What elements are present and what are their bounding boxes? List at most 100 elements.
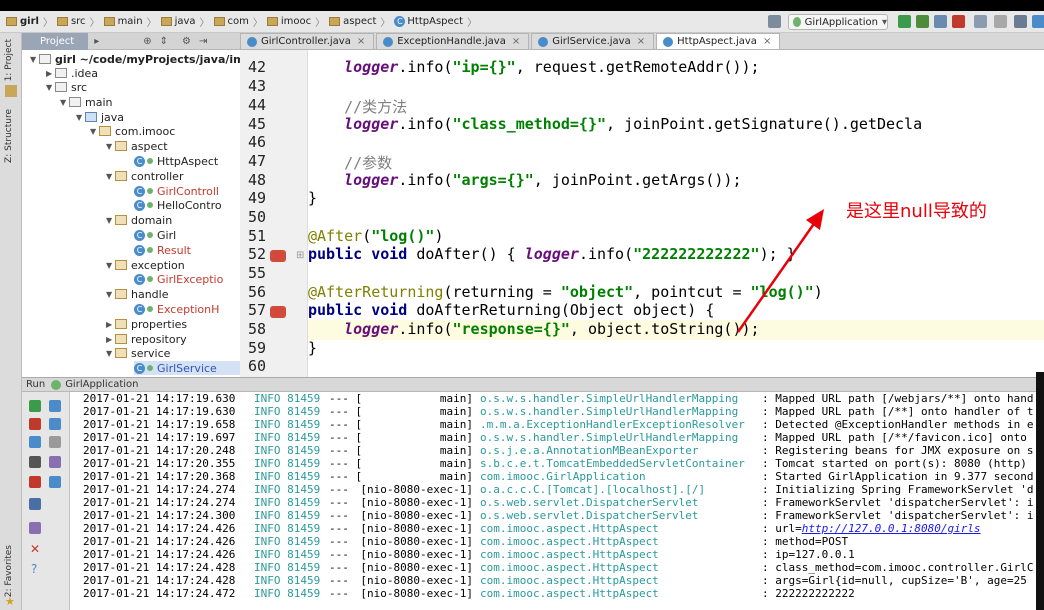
tree-item[interactable]: C HttpAspect — [134, 154, 218, 168]
tree-item-selected[interactable]: C GirlService — [134, 361, 240, 375]
breadcrumb-girl[interactable]: girl 〉 — [6, 14, 53, 29]
spring-icon — [793, 17, 801, 27]
scroll-down-icon[interactable] — [49, 418, 61, 430]
run-icon[interactable] — [898, 15, 911, 28]
tab-girlcontroller[interactable]: GirlController.java × — [240, 33, 375, 49]
hide-icon[interactable]: ⇥ — [199, 36, 207, 47]
build-icon[interactable] — [768, 15, 781, 28]
run-configuration-select[interactable]: GirlApplication ▾ — [788, 14, 888, 30]
help-icon[interactable] — [1032, 15, 1044, 28]
rerun-icon[interactable] — [29, 400, 41, 412]
tree-item[interactable]: ▼ com.imooc — [90, 124, 175, 138]
run-config-tab[interactable]: GirlApplication — [65, 379, 138, 390]
tab-girlservice[interactable]: GirlService.java × — [531, 33, 655, 49]
tree-item[interactable]: C HelloContro — [134, 198, 222, 212]
collapse-icon[interactable]: ⇕ — [160, 36, 168, 47]
gear-icon[interactable]: ⚙ — [182, 36, 191, 47]
chevron-right-icon: ▶ — [106, 334, 113, 344]
chevron-down-icon: ▼ — [106, 171, 113, 181]
exit-icon[interactable] — [29, 476, 41, 488]
code-line-51: @After("log()") — [308, 227, 444, 245]
tree-item[interactable]: ▼ controller — [106, 169, 183, 183]
log-url-link[interactable]: http://127.0.0.1:8080/girls — [802, 522, 981, 535]
vcs-icon[interactable] — [974, 15, 987, 28]
line-number: 50 — [247, 208, 266, 226]
code-line-45: logger.info("class_method={}", joinPoint… — [344, 115, 923, 133]
coverage-icon[interactable] — [934, 15, 947, 28]
filter-icon[interactable] — [49, 476, 61, 488]
tree-item[interactable]: C Result — [134, 243, 191, 257]
print-icon[interactable] — [49, 456, 61, 468]
stop-icon[interactable] — [29, 418, 41, 430]
debug-icon[interactable] — [916, 15, 929, 28]
stop-icon[interactable] — [952, 15, 965, 28]
tree-item[interactable]: ▶ repository — [106, 332, 187, 346]
chevron-down-icon: ▼ — [30, 54, 37, 64]
close-icon[interactable]: × — [637, 36, 645, 47]
tab-exceptionhandle[interactable]: ExceptionHandle.java × — [376, 33, 530, 49]
tree-item[interactable]: C ExceptionH — [134, 302, 219, 316]
tree-item[interactable]: ▶ .idea — [46, 66, 98, 80]
layout-icon[interactable] — [29, 498, 41, 510]
package-icon — [115, 141, 127, 151]
settings-icon[interactable] — [994, 15, 1007, 28]
breadcrumb-java[interactable]: java 〉 — [160, 14, 210, 29]
project-view-tab[interactable]: Project — [22, 32, 89, 50]
tree-item[interactable]: ▼ java — [76, 110, 124, 124]
scroll-up-icon[interactable] — [49, 400, 61, 412]
chevron-down-icon: ▼ — [106, 215, 113, 225]
tree-item[interactable]: ▼ main — [60, 95, 112, 109]
tree-item[interactable]: ▼ service — [106, 346, 170, 360]
chevron-down-icon: ▼ — [90, 126, 97, 136]
fold-icon[interactable]: ⊞ — [296, 250, 304, 261]
tree-item[interactable]: ▼ exception — [106, 258, 185, 272]
tree-item[interactable]: ▼ girl ~/code/myProjects/java/imc — [30, 52, 240, 66]
aspect-advice-icon[interactable] — [270, 306, 286, 318]
tree-item[interactable]: ▼ aspect — [106, 139, 168, 153]
line-number: 59 — [247, 339, 266, 357]
favorites-tool-button[interactable]: 2: Favorites — [4, 545, 14, 597]
pin-icon[interactable] — [29, 522, 41, 534]
module-icon — [39, 54, 51, 64]
tree-item[interactable]: ▼ src — [46, 80, 87, 94]
chevron-down-icon: ▼ — [106, 348, 113, 358]
close-icon[interactable]: × — [512, 36, 520, 47]
breadcrumb-src[interactable]: src 〉 — [56, 14, 100, 29]
tree-item[interactable]: C Girl — [134, 228, 176, 242]
console-output[interactable]: 2017-01-21 14:17:19.630 INFO 81459 --- [ma… — [70, 392, 1044, 610]
pause-icon[interactable] — [29, 436, 41, 448]
tab-httpaspect[interactable]: HttpAspect.java × — [656, 33, 781, 49]
structure-tool-button[interactable]: Z: Structure — [4, 109, 14, 163]
aspect-advice-icon[interactable] — [270, 250, 286, 262]
breadcrumb-main[interactable]: main 〉 — [103, 14, 157, 29]
soft-wrap-icon[interactable] — [49, 436, 61, 448]
project-tool-button[interactable]: 1: Project — [4, 39, 14, 81]
breadcrumb-httpaspect[interactable]: C HttpAspect 〉 — [394, 14, 477, 29]
code-line-52: public void doAfter() { logger.info("222… — [308, 245, 796, 263]
close-icon[interactable]: × — [763, 36, 771, 47]
folder-icon — [103, 17, 115, 26]
close-icon[interactable]: ✕ — [30, 542, 40, 556]
breadcrumb-com[interactable]: com 〉 — [213, 14, 263, 29]
tree-item[interactable]: ▼ domain — [106, 213, 172, 227]
breadcrumb-aspect[interactable]: aspect 〉 — [329, 14, 390, 29]
chevron-down-icon: ▾ — [881, 16, 887, 28]
project-icon — [5, 85, 17, 97]
breadcrumb-imooc[interactable]: imooc 〉 — [266, 14, 325, 29]
sync-icon[interactable]: ⊕ — [143, 36, 151, 47]
camera-icon[interactable] — [29, 456, 41, 468]
tree-item[interactable]: C GirlExceptio — [134, 272, 223, 286]
tree-item[interactable]: ▼ handle — [106, 287, 169, 301]
folder-icon — [6, 17, 17, 26]
access-icon — [147, 188, 153, 194]
help-icon[interactable]: ? — [31, 562, 37, 576]
tree-item[interactable]: C GirlControll — [134, 184, 219, 198]
tree-item[interactable]: ▶ properties — [106, 317, 187, 331]
chevron-right-icon[interactable]: ▸ — [94, 36, 99, 47]
close-icon[interactable]: × — [357, 36, 365, 47]
access-icon — [147, 247, 153, 253]
class-icon: C — [394, 16, 406, 27]
line-number: 60 — [247, 357, 266, 375]
structure-icon[interactable] — [1014, 15, 1027, 28]
package-icon — [99, 126, 111, 136]
